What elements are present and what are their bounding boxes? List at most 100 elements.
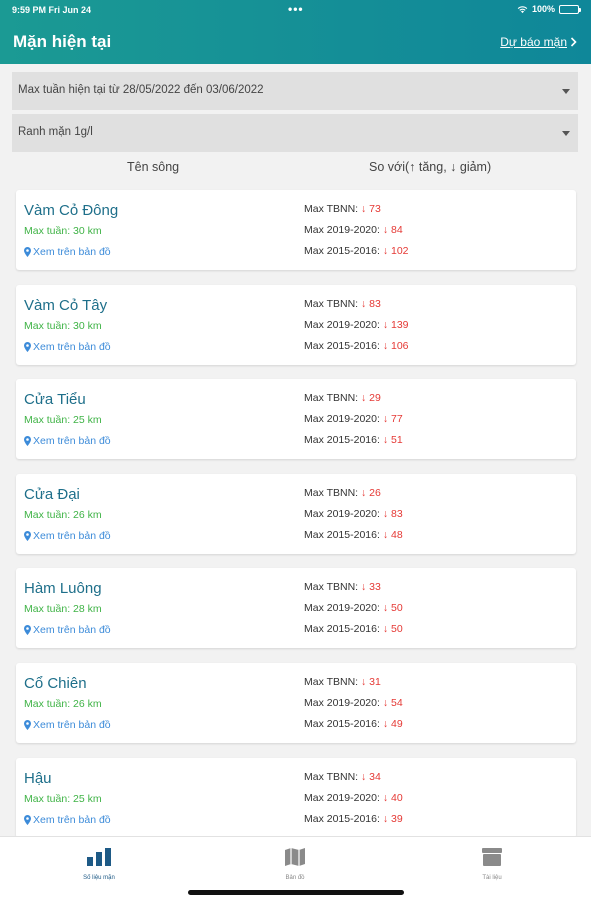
river-name: Cổ Chiên	[24, 674, 87, 692]
battery-icon	[559, 4, 581, 14]
compare-tbnn: Max TBNN: ↓ 29	[304, 392, 381, 404]
compare-tbnn-value: ↓ 34	[361, 770, 381, 783]
compare-2015-2016-label: Max 2015-2016:	[304, 339, 380, 352]
compare-tbnn: Max TBNN: ↓ 73	[304, 203, 381, 215]
tab-map-label: Bản đồ	[285, 875, 305, 881]
compare-2015-2016: Max 2015-2016: ↓ 106	[304, 340, 409, 352]
battery-percent: 100%	[531, 4, 555, 14]
view-on-map-link[interactable]: Xem trên bản đồ	[24, 719, 111, 731]
river-name: Vàm Cỏ Đông	[24, 202, 119, 219]
river-card[interactable]: Vàm Cỏ Tây Max tuần: 30 km Xem trên bản …	[16, 284, 576, 365]
status-time: 9:59 PM Fri Jun 24	[12, 5, 92, 15]
compare-2015-2016-label: Max 2015-2016:	[304, 434, 380, 447]
map-pin-icon	[24, 625, 31, 636]
river-card[interactable]: Hậu Max tuần: 25 km Xem trên bản đồ Max …	[16, 757, 576, 838]
compare-2019-2020: Max 2019-2020: ↓ 139	[304, 319, 409, 331]
view-on-map-label: Xem trên bản đồ	[33, 246, 111, 258]
compare-2015-2016: Max 2015-2016: ↓ 102	[304, 245, 409, 257]
view-on-map-link[interactable]: Xem trên bản đồ	[24, 341, 111, 353]
river-card[interactable]: Cửa Đại Max tuần: 26 km Xem trên bản đồ …	[16, 473, 576, 554]
max-week-distance: Max tuần: 25 km	[24, 792, 102, 805]
compare-2015-2016-value: ↓ 39	[382, 812, 403, 825]
week-range-select[interactable]: Max tuần hiện tại từ 28/05/2022 đến 03/0…	[12, 72, 578, 110]
chevron-down-icon	[562, 89, 570, 94]
compare-2015-2016-label: Max 2015-2016:	[304, 623, 380, 636]
max-week-distance: Max tuần: 26 km	[24, 508, 102, 521]
max-week-distance: Max tuần: 25 km	[24, 414, 102, 427]
view-on-map-link[interactable]: Xem trên bản đồ	[24, 530, 111, 542]
compare-2015-2016: Max 2015-2016: ↓ 49	[304, 718, 403, 730]
view-on-map-link[interactable]: Xem trên bản đồ	[24, 435, 111, 447]
forecast-link[interactable]: Dự báo mặn	[500, 35, 577, 49]
compare-tbnn-label: Max TBNN:	[304, 486, 359, 499]
river-name: Hậu	[24, 769, 52, 787]
column-header-compare: So với(↑ tăng, ↓ giảm)	[369, 160, 492, 174]
compare-2019-2020: Max 2019-2020: ↓ 77	[304, 413, 403, 425]
compare-2019-2020-label: Max 2019-2020:	[304, 696, 380, 709]
compare-tbnn-label: Max TBNN:	[304, 675, 359, 688]
river-card[interactable]: Hàm Luông Max tuần: 28 km Xem trên bản đ…	[16, 568, 576, 649]
view-on-map-link[interactable]: Xem trên bản đồ	[24, 624, 111, 636]
home-indicator	[188, 890, 404, 895]
river-name: Cửa Tiểu	[24, 391, 86, 409]
max-week-distance: Max tuần: 28 km	[24, 603, 102, 616]
river-card[interactable]: Cổ Chiên Max tuần: 26 km Xem trên bản đồ…	[16, 662, 576, 743]
compare-2015-2016: Max 2015-2016: ↓ 48	[304, 529, 403, 541]
compare-2015-2016-label: Max 2015-2016:	[304, 528, 380, 541]
compare-2015-2016-label: Max 2015-2016:	[304, 717, 380, 730]
compare-2015-2016-value: ↓ 49	[382, 717, 403, 730]
chevron-down-icon	[562, 131, 570, 136]
salinity-threshold-select[interactable]: Ranh mặn 1g/l	[12, 114, 578, 152]
compare-tbnn: Max TBNN: ↓ 31	[304, 676, 381, 688]
max-week-distance: Max tuần: 30 km	[24, 319, 102, 332]
compare-tbnn-label: Max TBNN:	[304, 581, 359, 594]
compare-2019-2020-value: ↓ 40	[382, 791, 403, 804]
status-right: 100%	[517, 4, 581, 14]
compare-2019-2020-value: ↓ 54	[382, 696, 403, 709]
tab-documents[interactable]: Tài liệu	[432, 837, 552, 887]
app-header: 9:59 PM Fri Jun 24 ••• 100% Mặn hiện tại…	[0, 0, 591, 64]
river-list: Vàm Cỏ Đông Max tuần: 30 km Xem trên bản…	[16, 190, 576, 852]
tab-map[interactable]: Bản đồ	[235, 837, 355, 887]
compare-2015-2016-label: Max 2015-2016:	[304, 812, 380, 825]
compare-2019-2020-label: Max 2019-2020:	[304, 224, 380, 236]
max-week-distance: Max tuần: 26 km	[24, 697, 102, 710]
compare-tbnn: Max TBNN: ↓ 34	[304, 771, 381, 783]
river-card[interactable]: Vàm Cỏ Đông Max tuần: 30 km Xem trên bản…	[16, 190, 576, 270]
column-header-river: Tên sông	[127, 160, 180, 174]
week-range-value: Max tuần hiện tại từ 28/05/2022 đến 03/0…	[18, 84, 264, 96]
tab-salinity-data[interactable]: Số liệu mặn	[39, 837, 159, 887]
compare-2019-2020: Max 2019-2020: ↓ 84	[304, 224, 403, 236]
compare-tbnn-value: ↓ 33	[361, 581, 381, 594]
view-on-map-label: Xem trên bản đồ	[33, 624, 111, 637]
compare-2015-2016-label: Max 2015-2016:	[304, 245, 380, 257]
compare-tbnn-label: Max TBNN:	[304, 392, 359, 405]
compare-tbnn-label: Max TBNN:	[304, 297, 359, 310]
compare-tbnn-value: ↓ 31	[361, 675, 381, 688]
map-pin-icon	[24, 719, 31, 730]
view-on-map-label: Xem trên bản đồ	[33, 718, 111, 731]
compare-2019-2020: Max 2019-2020: ↓ 40	[304, 792, 403, 804]
compare-2019-2020-label: Max 2019-2020:	[304, 602, 380, 615]
multitask-dots[interactable]: •••	[288, 2, 304, 16]
compare-2019-2020-value: ↓ 83	[382, 507, 403, 520]
map-icon	[285, 848, 305, 866]
compare-tbnn-value: ↓ 29	[361, 392, 381, 405]
compare-2019-2020-label: Max 2019-2020:	[304, 791, 380, 804]
status-bar: 9:59 PM Fri Jun 24 ••• 100%	[0, 0, 591, 20]
compare-2019-2020-value: ↓ 139	[382, 318, 409, 331]
compare-tbnn-value: ↓ 26	[361, 486, 381, 499]
view-on-map-link[interactable]: Xem trên bản đồ	[24, 814, 111, 826]
map-pin-icon	[24, 436, 31, 447]
view-on-map-label: Xem trên bản đồ	[33, 435, 111, 448]
compare-2019-2020-value: ↓ 77	[382, 413, 403, 426]
tab-salinity-data-label: Số liệu mặn	[83, 875, 115, 881]
compare-2019-2020: Max 2019-2020: ↓ 54	[304, 697, 403, 709]
river-card[interactable]: Cửa Tiểu Max tuần: 25 km Xem trên bản đồ…	[16, 379, 576, 460]
compare-2015-2016: Max 2015-2016: ↓ 39	[304, 813, 403, 825]
compare-2019-2020-value: ↓ 84	[382, 224, 403, 236]
compare-2015-2016-value: ↓ 48	[382, 528, 403, 541]
forecast-link-label: Dự báo mặn	[500, 35, 567, 49]
view-on-map-link[interactable]: Xem trên bản đồ	[24, 246, 111, 258]
compare-2015-2016-value: ↓ 50	[382, 623, 403, 636]
